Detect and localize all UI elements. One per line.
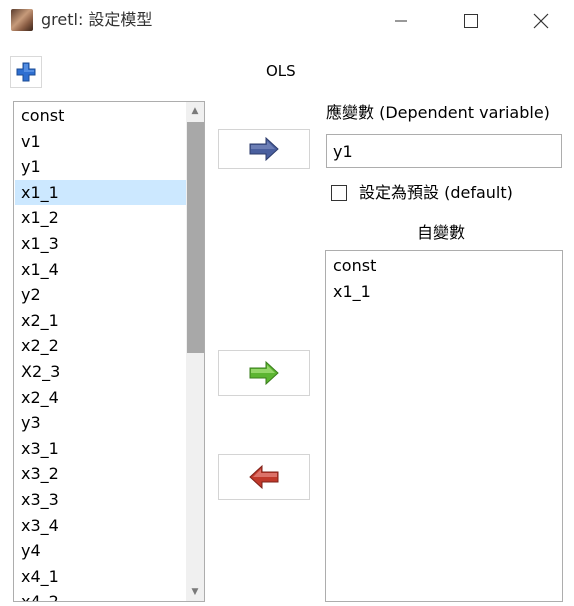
variable-list-item[interactable]: x3_3 [15, 487, 187, 513]
title-bar: gretl: 設定模型 [0, 0, 574, 42]
variable-list-item[interactable]: x4_2 [15, 589, 187, 601]
scroll-down-icon[interactable]: ▼ [186, 583, 204, 601]
variable-list-item[interactable]: x1_4 [15, 257, 187, 283]
variable-list-item[interactable]: x1_2 [15, 205, 187, 231]
variable-list-item[interactable]: x1_3 [15, 231, 187, 257]
gretl-app-icon [11, 9, 33, 31]
close-icon [533, 13, 549, 29]
variable-list-item[interactable]: x3_4 [15, 513, 187, 539]
scroll-up-icon[interactable]: ▲ [186, 102, 204, 120]
plus-icon [16, 62, 36, 82]
set-default-label[interactable]: 設定為預設 (default) [359, 182, 513, 204]
variable-list-item[interactable]: x3_2 [15, 461, 187, 487]
add-regressor-button[interactable] [218, 350, 310, 396]
variable-list-item[interactable]: x2_2 [15, 333, 187, 359]
maximize-icon [464, 14, 478, 28]
regressor-list[interactable]: const x1_1 [325, 250, 563, 602]
variable-list-item[interactable]: y1 [15, 154, 187, 180]
window-title: gretl: 設定模型 [41, 10, 153, 29]
dependent-variable-label: 應變數 (Dependent variable) [326, 103, 550, 122]
variable-list-scrollbar[interactable]: ▲ ▼ [186, 102, 204, 601]
regressor-list-item[interactable]: const [333, 253, 376, 279]
variable-list-items: const v1 y1 x1_1 x1_2 x1_3 x1_4 y2 x2_1 x2_2 X2_3 x… [15, 103, 187, 601]
remove-regressor-button[interactable] [218, 454, 310, 500]
variable-list-item[interactable]: x3_1 [15, 436, 187, 462]
close-button[interactable] [518, 0, 564, 42]
variable-list-item[interactable]: y2 [15, 282, 187, 308]
regressor-list-item[interactable]: x1_1 [333, 279, 376, 305]
dependent-variable-input[interactable] [326, 134, 562, 168]
arrow-right-icon [249, 137, 279, 161]
variable-list-item[interactable]: x4_1 [15, 564, 187, 590]
add-button[interactable] [10, 56, 42, 88]
variable-list-item[interactable]: y4 [15, 538, 187, 564]
minimize-button[interactable] [378, 0, 424, 42]
variable-list-item[interactable]: v1 [15, 129, 187, 155]
variable-list-item[interactable]: x1_1 [15, 179, 187, 206]
regressor-list-items: const x1_1 [333, 253, 376, 304]
estimator-label: OLS [266, 62, 296, 80]
minimize-icon [395, 20, 407, 22]
maximize-button[interactable] [448, 0, 494, 42]
scrollbar-thumb[interactable] [187, 122, 204, 353]
set-dependent-button[interactable] [218, 129, 310, 169]
set-default-checkbox[interactable] [331, 185, 347, 201]
variable-list-item[interactable]: x2_4 [15, 385, 187, 411]
arrow-left-icon [249, 464, 279, 490]
variable-list-item[interactable]: y3 [15, 410, 187, 436]
variable-list-item[interactable]: x2_1 [15, 308, 187, 334]
arrow-right-icon [249, 360, 279, 386]
independent-variables-heading: 自變數 [417, 223, 466, 242]
variable-list[interactable]: const v1 y1 x1_1 x1_2 x1_3 x1_4 y2 x2_1 x2_2 X2_3 x… [13, 101, 205, 602]
variable-list-item[interactable]: const [15, 103, 187, 129]
variable-list-item[interactable]: X2_3 [15, 359, 187, 385]
